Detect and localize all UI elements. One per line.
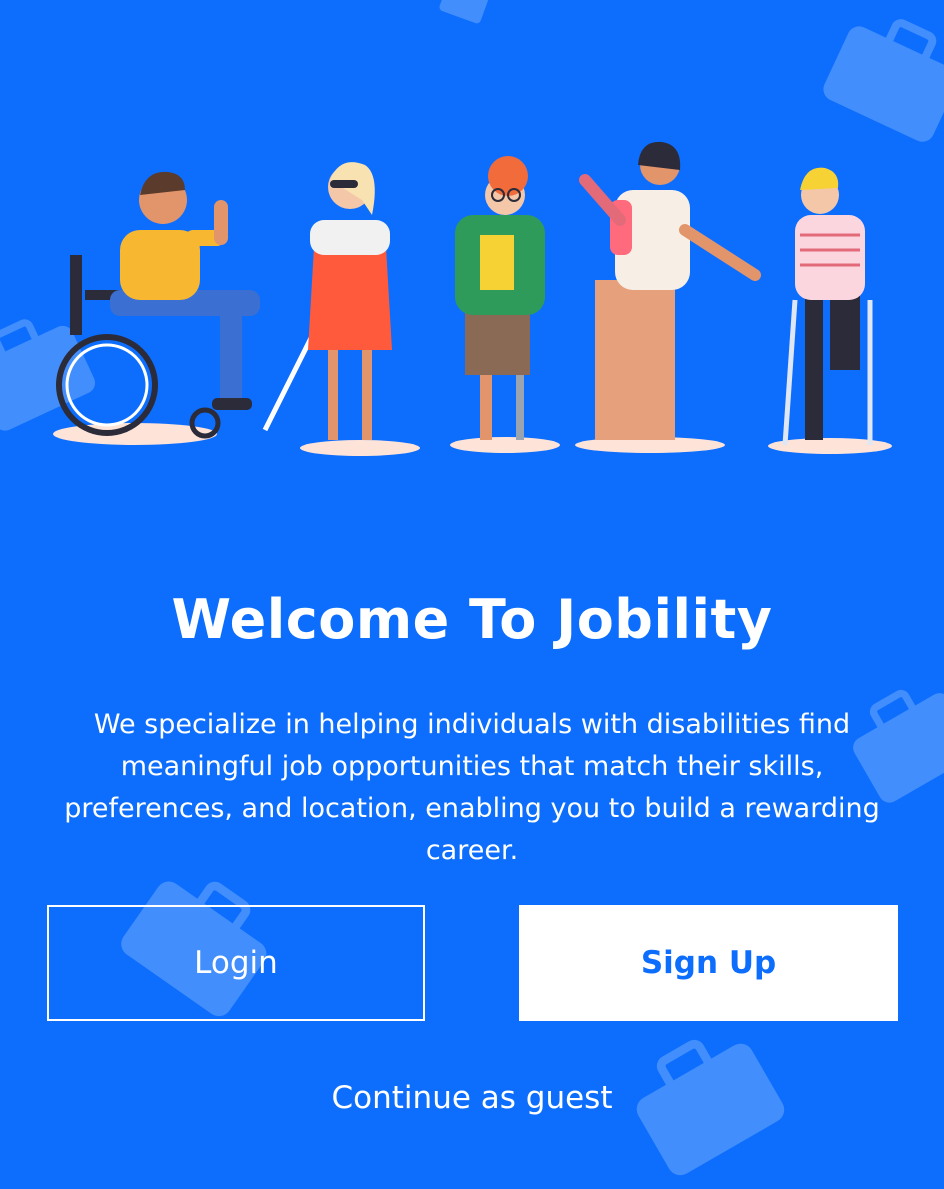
login-button[interactable]: Login (47, 905, 425, 1021)
briefcase-icon (823, 19, 944, 142)
person-wheelchair-illustration (53, 171, 260, 445)
continue-as-guest-link[interactable]: Continue as guest (0, 1080, 944, 1116)
login-button-label: Login (194, 945, 278, 981)
person-cane-illustration (262, 162, 420, 456)
person-waving-illustration (575, 141, 761, 453)
page-title: Welcome To Jobility (171, 588, 773, 651)
hero-illustration (53, 141, 892, 456)
person-crutches-illustration (768, 167, 892, 454)
signup-button-label: Sign Up (640, 945, 777, 981)
welcome-description: We specialize in helping individuals wit… (64, 709, 880, 866)
signup-button[interactable]: Sign Up (519, 905, 898, 1021)
person-book-illustration (450, 156, 560, 453)
briefcase-icon (439, 0, 489, 24)
